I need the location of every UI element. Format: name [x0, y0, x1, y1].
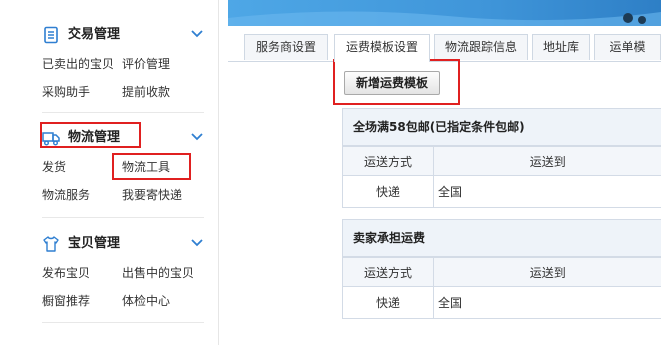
section-divider: [42, 217, 204, 218]
tab-logistics-tracking[interactable]: 物流跟踪信息: [434, 34, 528, 60]
link-purchase-assistant[interactable]: 采购助手: [42, 84, 90, 100]
shipping-template-panel: 卖家承担运费 运送方式 运送到 快递 全国: [342, 219, 661, 319]
section-header-items[interactable]: 宝贝管理: [42, 233, 204, 255]
cell-method: 快递: [342, 175, 434, 208]
link-publish-item[interactable]: 发布宝贝: [42, 265, 90, 281]
table-row: 快递 全国: [342, 286, 661, 319]
link-sold-items[interactable]: 已卖出的宝贝: [42, 56, 114, 72]
cell-destination: 全国: [433, 175, 661, 208]
column-header-destination: 运送到: [433, 257, 661, 287]
section-title: 宝贝管理: [68, 236, 121, 251]
table-row: 快递 全国: [342, 175, 661, 208]
section-item-management: 宝贝管理 发布宝贝 出售中的宝贝 橱窗推荐 体检中心: [42, 233, 204, 308]
section-header-trade[interactable]: 交易管理: [42, 24, 204, 46]
tab-shipping-template[interactable]: 运费模板设置: [334, 34, 430, 62]
tab-service-provider[interactable]: 服务商设置: [244, 34, 328, 60]
chevron-down-icon[interactable]: [190, 237, 204, 249]
column-header-method: 运送方式: [342, 257, 434, 287]
template-table: 运送方式 运送到 快递 全国: [342, 257, 661, 319]
section-divider: [42, 112, 204, 113]
template-table: 运送方式 运送到 快递 全国: [342, 146, 661, 208]
highlight-box-logistics-title: [40, 122, 141, 148]
highlight-box-add-button: [333, 59, 460, 105]
link-send-express[interactable]: 我要寄快递: [122, 187, 182, 203]
table-header-row: 运送方式 运送到: [342, 146, 661, 176]
column-header-destination: 运送到: [433, 146, 661, 176]
section-divider: [42, 322, 204, 323]
tab-address-book[interactable]: 地址库: [532, 34, 590, 60]
template-title: 卖家承担运费: [342, 219, 661, 257]
link-early-payment[interactable]: 提前收款: [122, 84, 170, 100]
shipping-template-panel: 全场满58包邮(已指定条件包邮) 运送方式 运送到 快递 全国: [342, 108, 661, 208]
column-header-method: 运送方式: [342, 146, 434, 176]
link-ship[interactable]: 发货: [42, 159, 66, 175]
table-header-row: 运送方式 运送到: [342, 257, 661, 287]
chevron-down-icon[interactable]: [190, 28, 204, 40]
shirt-icon: [42, 235, 60, 253]
link-showcase[interactable]: 橱窗推荐: [42, 293, 90, 309]
cell-method: 快递: [342, 286, 434, 319]
document-list-icon: [42, 26, 60, 44]
link-health-check[interactable]: 体检中心: [122, 293, 170, 309]
tab-bar: 服务商设置 运费模板设置 物流跟踪信息 地址库 运单模: [228, 34, 661, 62]
tab-waybill[interactable]: 运单模: [594, 34, 661, 60]
top-banner: [228, 0, 661, 26]
sidebar-border: [218, 0, 219, 345]
link-logistics-service[interactable]: 物流服务: [42, 187, 90, 203]
link-items-on-sale[interactable]: 出售中的宝贝: [122, 265, 194, 281]
highlight-box-logistics-tools: [112, 153, 191, 180]
template-title: 全场满58包邮(已指定条件包邮): [342, 108, 661, 146]
chevron-down-icon[interactable]: [190, 131, 204, 143]
section-trade-management: 交易管理 已卖出的宝贝 评价管理 采购助手 提前收款: [42, 24, 204, 99]
link-review-management[interactable]: 评价管理: [122, 56, 170, 72]
section-title: 交易管理: [68, 27, 121, 42]
cell-destination: 全国: [433, 286, 661, 319]
